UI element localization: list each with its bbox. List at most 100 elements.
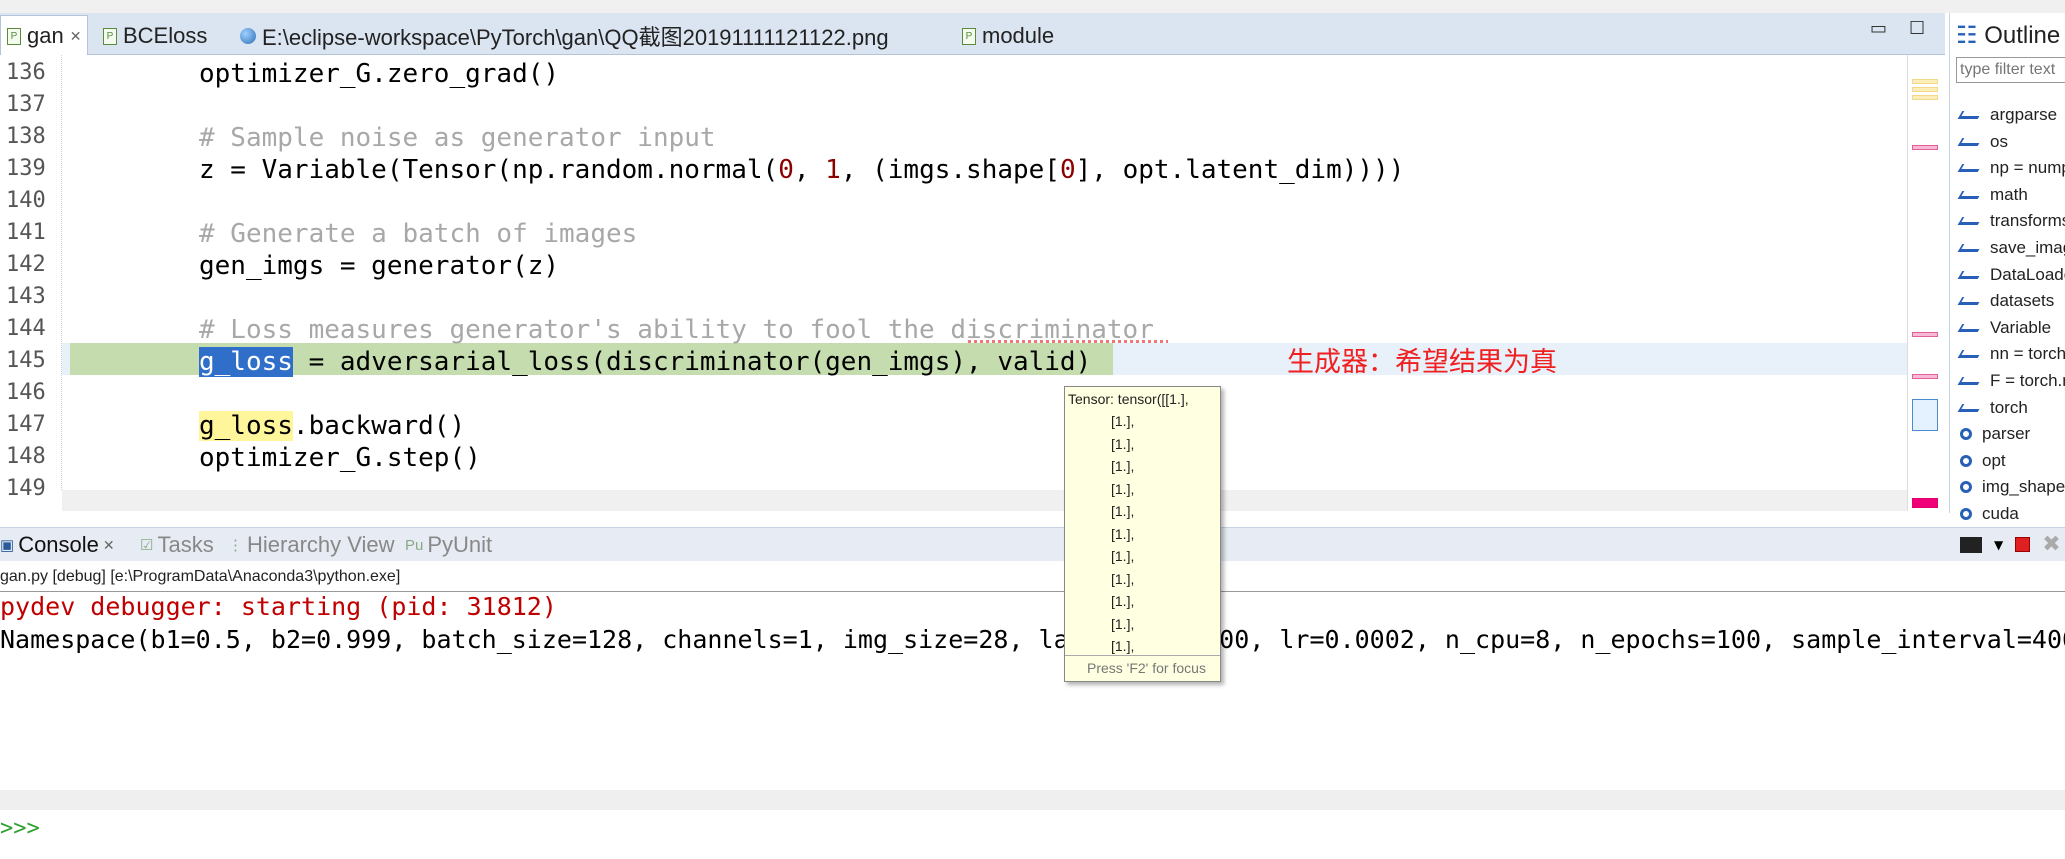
outline-item-label: np = numpy	[1990, 158, 2065, 178]
tab-qq截图20191111121122[interactable]: E:\eclipse-workspace\PyTorch\gan\QQ截图201…	[240, 17, 889, 55]
tab-bceloss[interactable]: P BCEloss	[103, 17, 207, 55]
tooltip-row: [1.],	[1111, 503, 1135, 519]
line-number: 147	[6, 412, 46, 437]
outline-icon: ☷	[1956, 22, 1985, 49]
outline-item[interactable]: transforms	[1957, 211, 2065, 231]
code-line[interactable]: gen_imgs = generator(z)	[199, 250, 559, 282]
close-icon[interactable]: ✕	[103, 537, 115, 554]
variable-icon	[1960, 454, 1972, 467]
hierarchy-icon: ⋮	[228, 537, 243, 554]
tab-pyunit[interactable]: Pu PyUnit	[405, 532, 492, 558]
console-toolbar: ▼ ✖	[1960, 532, 2061, 557]
outline-item[interactable]: cuda	[1960, 504, 2019, 524]
outline-item[interactable]: datasets	[1957, 291, 2054, 311]
variable-icon	[1960, 508, 1972, 520]
outline-item[interactable]: F = torch.nn.functional	[1957, 371, 2065, 391]
outline-filter-input[interactable]	[1956, 57, 2065, 83]
import-icon	[1957, 403, 1983, 412]
outline-item[interactable]: opt	[1960, 451, 2006, 471]
open-console-icon[interactable]	[1960, 536, 1982, 553]
code-token: # Loss measures generator's ability to f…	[199, 315, 1154, 345]
outline-item[interactable]: math	[1957, 185, 2028, 205]
outline-item[interactable]: DataLoader	[1957, 264, 2065, 285]
annotation-marker[interactable]	[1912, 95, 1938, 100]
outline-item[interactable]: np = numpy	[1957, 158, 2065, 178]
tab-module[interactable]: Pmodule	[962, 17, 1054, 55]
horizontal-scrollbar[interactable]	[62, 490, 1907, 511]
close-icon[interactable]: ✕	[70, 28, 82, 45]
tooltip-row: [1.],	[1111, 413, 1135, 429]
tab-label: gan	[27, 23, 64, 48]
outline-item[interactable]: save_image	[1957, 238, 2065, 258]
code-line[interactable]: optimizer_G.step()	[199, 442, 481, 474]
console-output-line: Namespace(b1=0.5, b2=0.999, batch_size=1…	[0, 625, 2065, 654]
outline-item-label: opt	[1982, 450, 2006, 470]
remove-launch-icon[interactable]: ✖	[2042, 532, 2060, 557]
console-tab-label: Tasks	[157, 532, 214, 557]
annotation-marker[interactable]	[1912, 374, 1938, 379]
annotation-marker[interactable]	[1912, 145, 1938, 150]
import-icon	[1957, 137, 1983, 146]
outline-item-label: parser	[1982, 424, 2031, 444]
outline-item[interactable]: Variable	[1957, 318, 2051, 338]
breakpoint-marker[interactable]	[1912, 498, 1938, 508]
terminate-icon[interactable]	[2015, 537, 2031, 552]
tooltip-row: [1.],	[1111, 548, 1135, 564]
tooltip-first-line: Tensor: tensor([[1.],	[1068, 391, 1189, 407]
maximize-icon[interactable]: ☐	[1909, 18, 1925, 39]
tab-tasks[interactable]: ☑ Tasks	[140, 532, 214, 558]
code-line[interactable]: # Generate a batch of images	[199, 218, 637, 250]
outline-item-label: argparse	[1990, 105, 2058, 124]
outline-title: ☷ Outline	[1956, 22, 2061, 49]
annotation-marker[interactable]	[1912, 79, 1938, 84]
code-token: g_loss	[199, 347, 293, 377]
outline-item-label: nn = torch.nn	[1990, 344, 2065, 364]
outline-item-label: DataLoader	[1990, 264, 2065, 284]
viewport-indicator[interactable]	[1912, 399, 1938, 431]
outline-item-label: os	[1990, 131, 2008, 151]
dropdown-icon[interactable]: ▼	[1994, 538, 2003, 552]
line-number: 145	[6, 348, 46, 373]
code-line[interactable]: optimizer_G.zero_grad()	[199, 58, 559, 90]
code-line[interactable]: # Sample noise as generator input	[199, 122, 716, 154]
tab-gan[interactable]: Pgan ✕	[0, 15, 89, 56]
line-number: 142	[6, 252, 46, 277]
outline-item[interactable]: nn = torch.nn	[1957, 344, 2065, 364]
code-line[interactable]: # Loss measures generator's ability to f…	[199, 314, 1154, 346]
tab-label: E:\eclipse-workspace\PyTorch\gan\QQ截图201…	[262, 25, 889, 50]
minimize-icon[interactable]: ▭	[1870, 18, 1887, 39]
outline-panel: ☷ Outline argparse os np = numpy math transf…	[1949, 13, 2065, 523]
python-file-icon: P	[7, 27, 21, 45]
outline-item[interactable]: parser	[1960, 424, 2030, 444]
editor-window-controls: ▭ ☐	[1870, 18, 1925, 39]
import-icon	[1957, 270, 1983, 279]
console-header: gan.py [debug] [e:\ProgramData\Anaconda3…	[0, 562, 2065, 592]
overview-ruler[interactable]	[1907, 55, 1939, 511]
annotation-marker[interactable]	[1912, 87, 1938, 92]
outline-item-label: F = torch.nn.functional	[1990, 371, 2065, 390]
tooltip-row: [1.],	[1111, 435, 1135, 452]
tab-console[interactable]: ▣ Console ✕	[0, 532, 115, 558]
tooltip-footer: Press 'F2' for focus	[1065, 655, 1220, 681]
code-line[interactable]: z = Variable(Tensor(np.random.normal(0, …	[199, 154, 1404, 186]
import-icon	[1957, 244, 1983, 252]
code-line[interactable]: g_loss.backward()	[199, 410, 465, 442]
tooltip-row: [1.],	[1111, 458, 1135, 474]
outline-item[interactable]: torch	[1957, 398, 2028, 418]
tab-hierarchy-view[interactable]: ⋮ Hierarchy View	[228, 532, 395, 558]
console-icon: ▣	[0, 537, 15, 554]
tooltip-row: [1.],	[1111, 525, 1135, 542]
outline-item[interactable]: img_shape	[1960, 477, 2065, 497]
code-token: ], opt.latent_dim))))	[1075, 155, 1405, 185]
code-token: ,	[793, 155, 826, 185]
code-line[interactable]: g_loss = adversarial_loss(discriminator(…	[199, 346, 1091, 378]
editor-tab-bar: Pgan ✕ P BCEloss E:\eclipse-workspace\PyTorc…	[0, 13, 1945, 56]
console-prompt[interactable]: >>>	[0, 816, 40, 841]
annotation-text: 生成器：希望结果为真	[1287, 347, 1557, 378]
line-number: 138	[6, 124, 46, 149]
tooltip-row: [1.],	[1111, 638, 1135, 654]
outline-item[interactable]: argparse	[1957, 105, 2058, 125]
annotation-marker[interactable]	[1912, 332, 1938, 337]
outline-item[interactable]: os	[1957, 131, 2008, 152]
code-token: optimizer_G.zero_grad()	[199, 59, 560, 89]
